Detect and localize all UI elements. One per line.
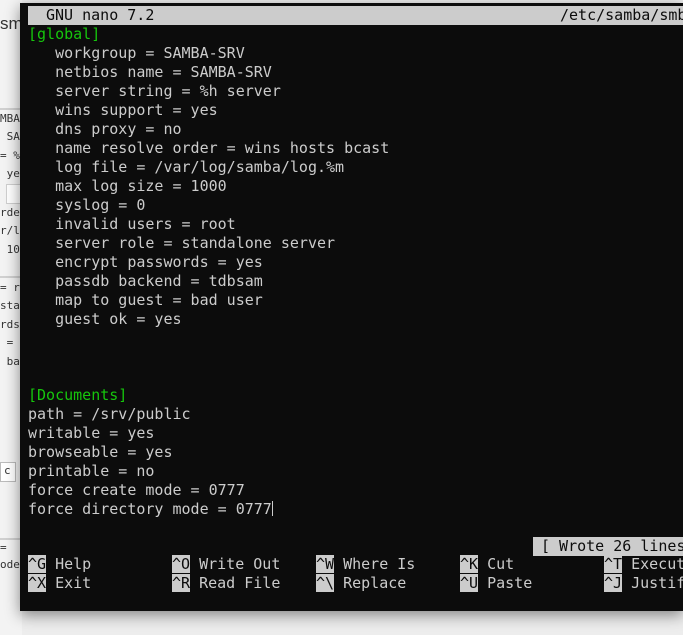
background-text: = % <box>0 149 20 162</box>
background-text: MBA <box>0 112 20 125</box>
shortcut-label: Replace <box>343 574 407 592</box>
shortcut-label: Paste <box>487 574 533 592</box>
background-divider <box>0 276 22 278</box>
shortcut-key: ^W <box>316 555 335 573</box>
shortcut-exit[interactable]: ^X Exit <box>28 574 91 593</box>
shortcut-key: ^T <box>604 555 623 573</box>
background-window: sm MBA SA = % ye rde r/l 10 = r sta rds … <box>0 0 22 635</box>
shortcut-key: ^G <box>28 555 47 573</box>
background-text: ye <box>0 167 20 180</box>
shortcut-label: Cut <box>487 555 515 573</box>
config-line[interactable]: wins support = yes <box>28 101 683 120</box>
shortcut-write-out[interactable]: ^O Write Out <box>172 555 280 574</box>
config-line[interactable]: server string = %h server <box>28 82 683 101</box>
shortcut-key: ^J <box>604 574 623 592</box>
shortcut-key: ^K <box>460 555 479 573</box>
blank-line[interactable] <box>28 348 683 367</box>
background-text: r/l <box>0 224 20 237</box>
config-line-text[interactable]: force directory mode = 0777 <box>28 500 272 518</box>
shortcut-label: Help <box>55 555 92 573</box>
shortcut-label: Where Is <box>343 555 416 573</box>
section-header-global[interactable]: [global] <box>28 25 683 44</box>
background-text: = <box>0 541 7 554</box>
config-line[interactable]: encrypt passwords = yes <box>28 253 683 272</box>
config-line[interactable]: log file = /var/log/samba/log.%m <box>28 158 683 177</box>
config-line[interactable]: guest ok = yes <box>28 310 683 329</box>
blank-line[interactable] <box>28 329 683 348</box>
background-divider <box>0 108 22 110</box>
config-line[interactable]: workgroup = SAMBA-SRV <box>28 44 683 63</box>
shortcut-key: ^U <box>460 574 479 592</box>
background-text: = <box>0 336 14 349</box>
config-line[interactable]: syslog = 0 <box>28 196 683 215</box>
config-line[interactable]: max log size = 1000 <box>28 177 683 196</box>
shortcut-help[interactable]: ^G Help <box>28 555 91 574</box>
shortcut-label: Justif <box>631 574 683 592</box>
shortcut-key: ^X <box>28 574 47 592</box>
background-text: 10 <box>0 243 20 256</box>
shortcut-label: Read File <box>199 574 281 592</box>
background-text: ode <box>0 558 20 571</box>
shortcut-label: Write Out <box>199 555 281 573</box>
shortcut-bar: ^G Help ^O Write Out ^W Where Is ^K Cut … <box>28 555 683 595</box>
config-line[interactable]: map to guest = bad user <box>28 291 683 310</box>
config-line[interactable]: name resolve order = wins hosts bcast <box>28 139 683 158</box>
nano-title-bar: GNU nano 7.2 /etc/samba/smb <box>28 6 683 25</box>
config-line[interactable]: passdb backend = tdbsam <box>28 272 683 291</box>
config-line[interactable]: netbios name = SAMBA-SRV <box>28 63 683 82</box>
shortcut-replace[interactable]: ^\ Replace <box>316 574 406 593</box>
config-line[interactable]: printable = no <box>28 462 683 481</box>
config-line[interactable]: force create mode = 0777 <box>28 481 683 500</box>
shortcut-cut[interactable]: ^K Cut <box>460 555 514 574</box>
section-header-documents[interactable]: [Documents] <box>28 386 683 405</box>
blank-line[interactable] <box>28 367 683 386</box>
terminal-window[interactable]: GNU nano 7.2 /etc/samba/smb [global] wor… <box>20 3 683 611</box>
background-text: c <box>4 464 11 477</box>
config-line[interactable]: invalid users = root <box>28 215 683 234</box>
config-line[interactable]: server role = standalone server <box>28 234 683 253</box>
shortcut-read-file[interactable]: ^R Read File <box>172 574 280 593</box>
background-divider <box>0 538 22 540</box>
shortcut-paste[interactable]: ^U Paste <box>460 574 532 593</box>
background-button: c <box>0 462 16 482</box>
shortcut-execute[interactable]: ^T Execut <box>604 555 683 574</box>
background-text: SA <box>0 130 20 143</box>
config-line[interactable]: browseable = yes <box>28 443 683 462</box>
status-message: [ Wrote 26 lines <box>533 537 683 556</box>
file-path: /etc/samba/smb <box>560 6 683 24</box>
background-text: rde <box>0 206 20 219</box>
editor-buffer[interactable]: [global] workgroup = SAMBA-SRV netbios n… <box>28 25 683 519</box>
config-line[interactable]: writable = yes <box>28 424 683 443</box>
text-cursor <box>271 501 273 516</box>
background-window-title: sm <box>0 14 22 33</box>
shortcut-key: ^\ <box>316 574 335 592</box>
config-line[interactable]: path = /srv/public <box>28 405 683 424</box>
shortcut-label: Exit <box>55 574 92 592</box>
shortcut-key: ^O <box>172 555 191 573</box>
background-text: sta <box>0 299 20 312</box>
cursor-line[interactable]: force directory mode = 0777 <box>28 500 683 519</box>
background-text: rds <box>0 318 20 331</box>
shortcut-label: Execut <box>631 555 683 573</box>
shortcut-where-is[interactable]: ^W Where Is <box>316 555 415 574</box>
config-line[interactable]: dns proxy = no <box>28 120 683 139</box>
shortcut-key: ^R <box>172 574 191 592</box>
background-text: ba <box>0 355 20 368</box>
background-text: = r <box>0 281 20 294</box>
shortcut-justify[interactable]: ^J Justif <box>604 574 683 593</box>
nano-version: GNU nano 7.2 <box>46 6 155 24</box>
